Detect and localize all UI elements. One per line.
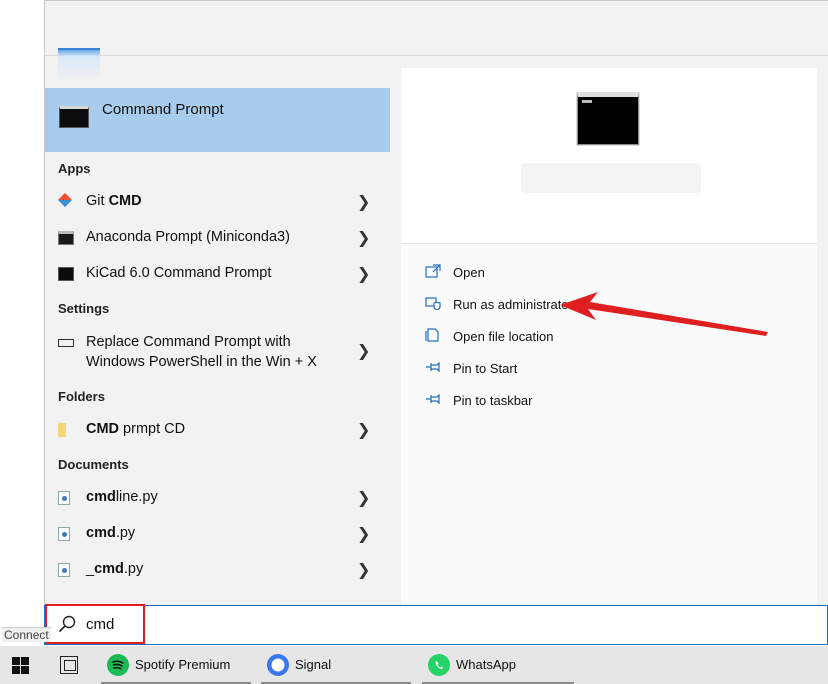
chevron-right-icon[interactable]: ❯ xyxy=(357,420,370,440)
windows-start-icon[interactable] xyxy=(12,657,29,674)
terminal-icon xyxy=(58,231,74,245)
folder-icon xyxy=(58,423,66,437)
chevron-right-icon[interactable]: ❯ xyxy=(357,192,370,212)
filter-tab-all[interactable] xyxy=(58,48,100,56)
action-pin-to-taskbar[interactable]: Pin to taskbar xyxy=(425,386,725,418)
taskbar: Spotify Premium Signal WhatsApp xyxy=(0,646,828,684)
results-list: Command Prompt Apps Git CMD ❯ Anaconda P… xyxy=(45,56,390,607)
section-apps: Apps xyxy=(58,161,91,176)
shield-icon xyxy=(425,296,441,311)
taskbar-app-spotify[interactable]: Spotify Premium xyxy=(101,646,251,684)
action-pin-to-start[interactable]: Pin to Start xyxy=(425,354,725,386)
action-open[interactable]: Open xyxy=(425,258,725,290)
result-cmd-prmpt-cd-folder[interactable]: CMD prmpt CD ❯ xyxy=(45,412,390,448)
result-cmd-py[interactable]: cmd.py ❯ xyxy=(45,516,390,552)
action-label: Run as administrator xyxy=(453,297,573,312)
desktop-background xyxy=(0,0,45,647)
search-box[interactable] xyxy=(44,605,828,645)
action-label: Open file location xyxy=(453,329,554,344)
result-label: cmdline.py xyxy=(86,489,158,505)
preview-header xyxy=(401,68,817,244)
command-prompt-icon xyxy=(59,106,89,128)
search-filter-bar xyxy=(45,1,828,56)
search-icon xyxy=(58,615,76,633)
section-settings: Settings xyxy=(58,301,110,316)
chevron-right-icon[interactable]: ❯ xyxy=(357,560,370,580)
result-anaconda-prompt[interactable]: Anaconda Prompt (Miniconda3) ❯ xyxy=(45,220,390,256)
settings-keyboard-icon xyxy=(58,339,74,347)
result-label: KiCad 6.0 Command Prompt xyxy=(86,265,272,281)
taskbar-app-label: WhatsApp xyxy=(456,657,516,672)
result-git-cmd[interactable]: Git CMD ❯ xyxy=(45,184,390,220)
result-label: Anaconda Prompt (Miniconda3) xyxy=(86,229,290,245)
result-underscore-cmd-py[interactable]: _cmd.py ❯ xyxy=(45,552,390,588)
best-match-command-prompt[interactable]: Command Prompt xyxy=(45,88,390,152)
result-label: _cmd.py xyxy=(86,561,144,577)
chevron-right-icon[interactable]: ❯ xyxy=(357,524,370,544)
terminal-icon xyxy=(58,267,74,281)
open-icon xyxy=(425,264,441,278)
result-label: Replace Command Prompt with Windows Power… xyxy=(86,334,317,370)
pin-icon xyxy=(425,392,441,406)
python-file-icon xyxy=(58,527,70,541)
action-label: Pin to Start xyxy=(453,361,518,376)
taskbar-app-whatsapp[interactable]: WhatsApp xyxy=(422,646,574,684)
taskbar-app-signal[interactable]: Signal xyxy=(261,646,411,684)
search-input[interactable]: cmd xyxy=(86,616,114,633)
pin-icon xyxy=(425,360,441,374)
status-text: Connect xyxy=(2,627,51,642)
result-label: cmd.py xyxy=(86,525,136,541)
result-kicad-command-prompt[interactable]: KiCad 6.0 Command Prompt ❯ xyxy=(45,256,390,292)
signal-icon xyxy=(267,654,289,676)
section-folders: Folders xyxy=(58,389,105,404)
preview-title-area xyxy=(521,163,701,193)
python-file-icon xyxy=(58,563,70,577)
best-match-label: Command Prompt xyxy=(102,101,224,118)
result-cmdline-py[interactable]: cmdline.py ❯ xyxy=(45,480,390,516)
command-prompt-large-icon xyxy=(577,93,639,145)
task-view-icon[interactable] xyxy=(60,656,78,674)
chevron-right-icon[interactable]: ❯ xyxy=(357,228,370,248)
chevron-right-icon[interactable]: ❯ xyxy=(357,341,370,361)
chevron-right-icon[interactable]: ❯ xyxy=(357,488,370,508)
action-label: Open xyxy=(453,265,485,280)
result-replace-command-prompt-setting[interactable]: Replace Command Prompt with Windows Power… xyxy=(45,324,390,380)
spotify-icon xyxy=(107,654,129,676)
annotation-arrow xyxy=(560,292,768,336)
whatsapp-icon xyxy=(428,654,450,676)
python-file-icon xyxy=(58,491,70,505)
action-label: Pin to taskbar xyxy=(453,393,533,408)
taskbar-app-label: Signal xyxy=(295,657,332,672)
section-documents: Documents xyxy=(58,457,129,472)
result-label: Git CMD xyxy=(86,193,142,209)
file-location-icon xyxy=(425,328,441,342)
taskbar-app-label: Spotify Premium xyxy=(135,657,231,672)
chevron-right-icon[interactable]: ❯ xyxy=(357,264,370,284)
git-icon xyxy=(58,195,74,209)
result-label: CMD prmpt CD xyxy=(86,421,186,437)
